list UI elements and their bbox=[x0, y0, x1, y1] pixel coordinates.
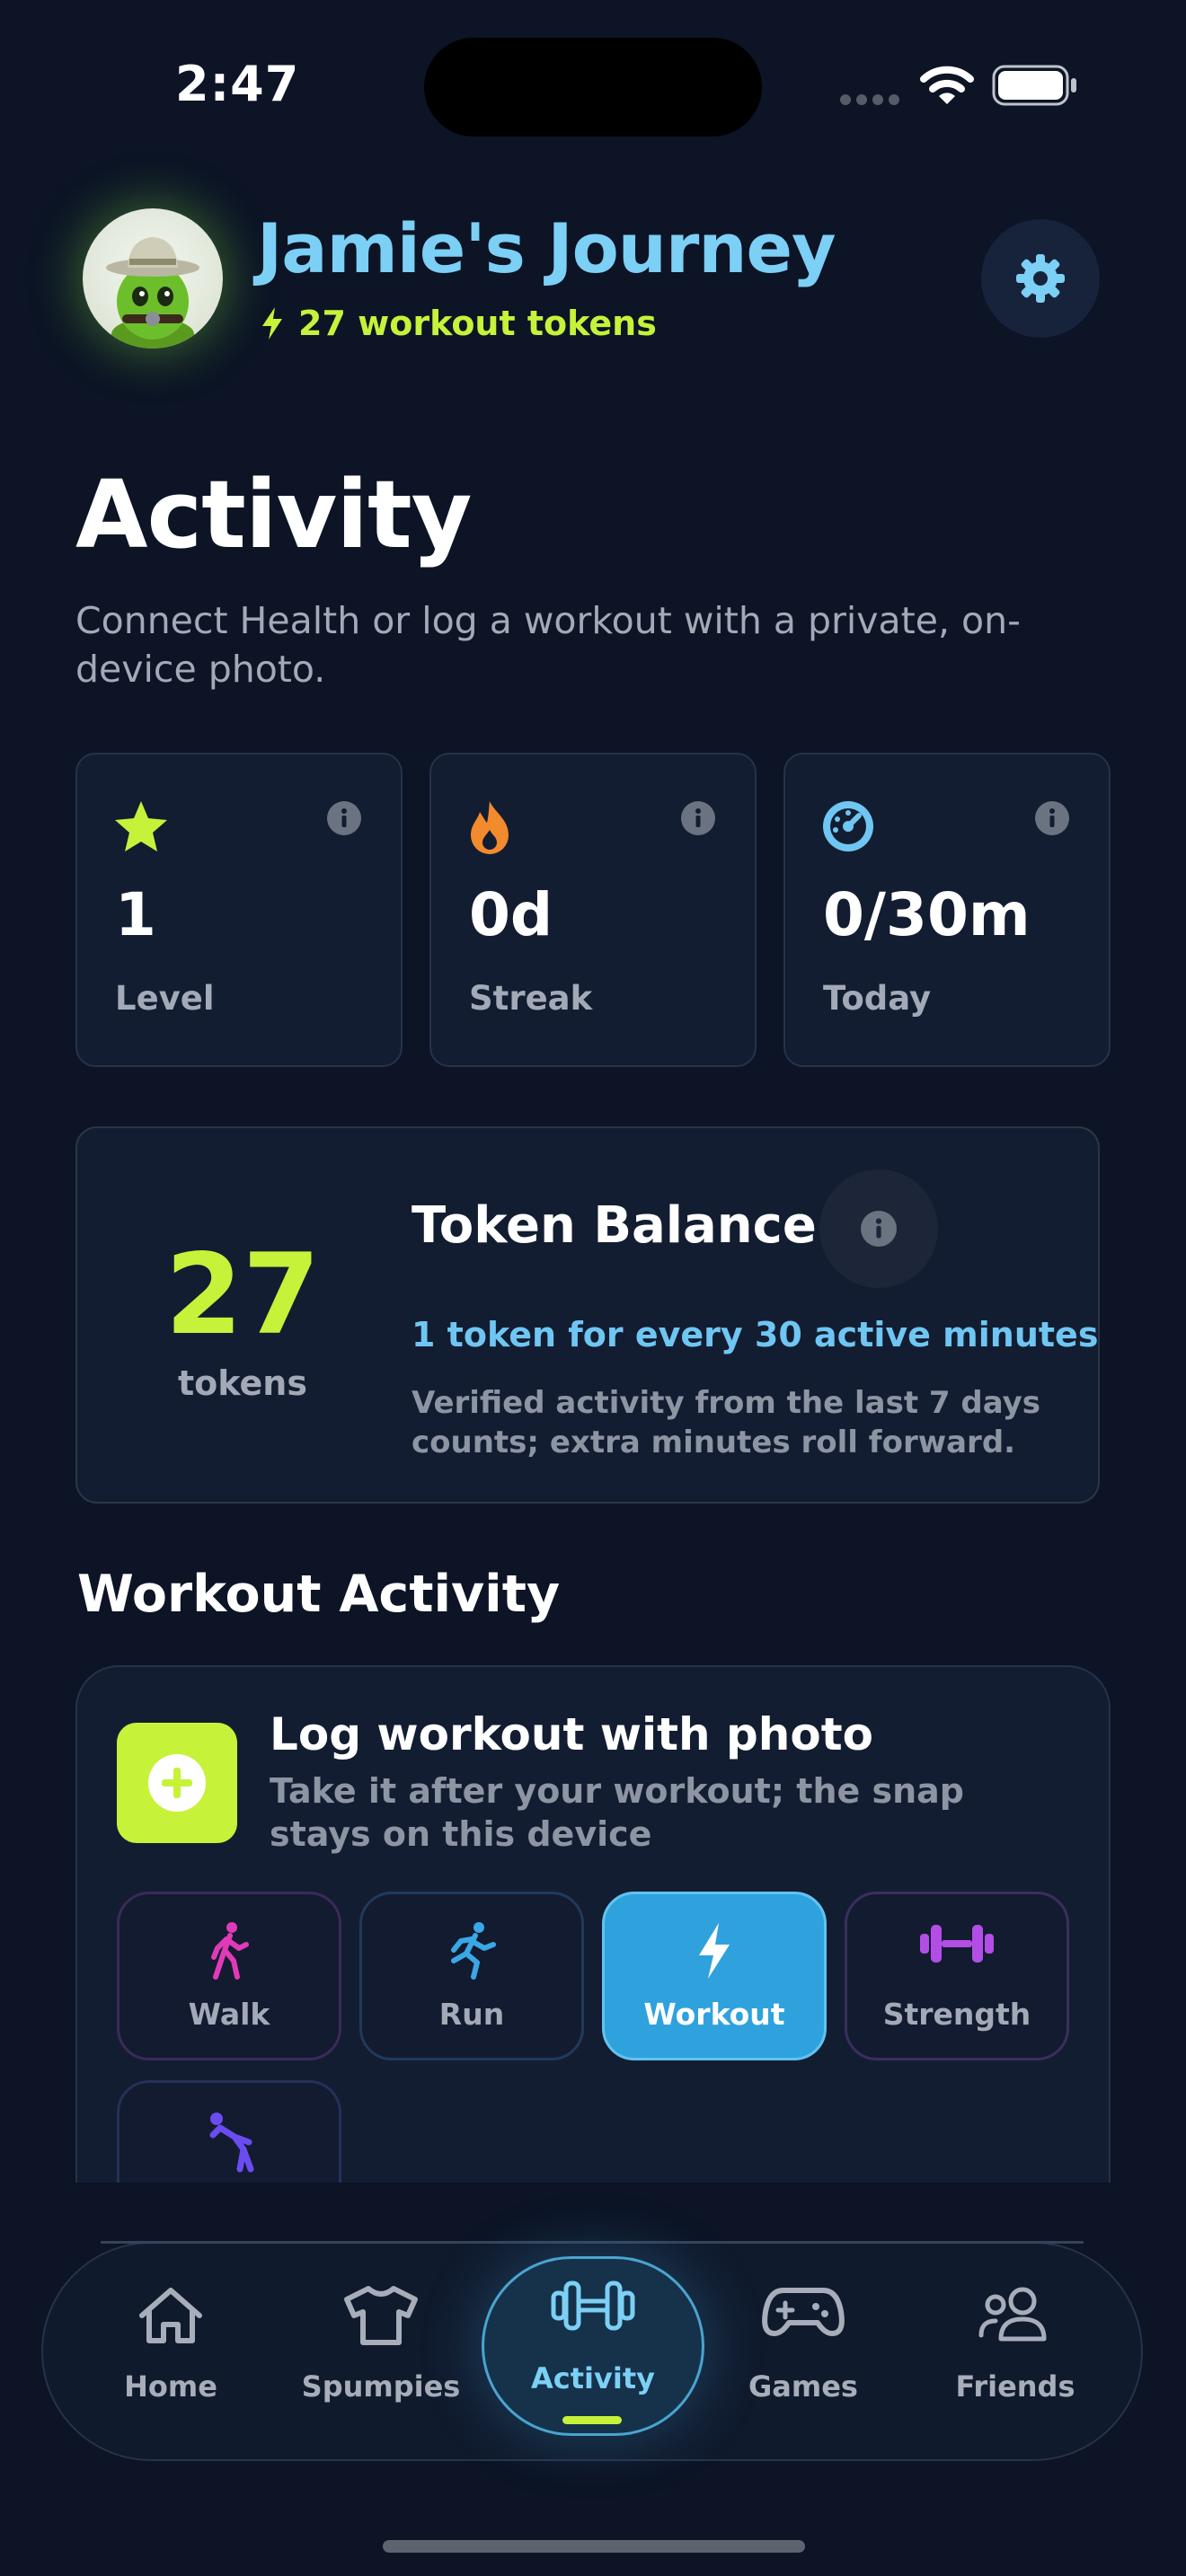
walking-person-icon bbox=[119, 1921, 339, 1981]
workout-activity-heading: Workout Activity bbox=[77, 1565, 561, 1624]
house-icon bbox=[81, 2285, 261, 2346]
tab-spumpies-label: Spumpies bbox=[301, 2369, 461, 2404]
level-value: 1 bbox=[115, 880, 156, 949]
plus-circle-icon bbox=[147, 1753, 207, 1813]
tab-games-label: Games bbox=[748, 2369, 858, 2404]
journey-title: Jamie's Journey bbox=[257, 208, 836, 288]
tab-spumpies[interactable]: Spumpies bbox=[291, 2263, 471, 2443]
wifi-icon bbox=[920, 65, 974, 106]
streak-value: 0d bbox=[469, 880, 553, 949]
streak-card[interactable]: 0d Streak bbox=[429, 753, 757, 1067]
today-label: Today bbox=[823, 979, 932, 1018]
cellular-signal-icon bbox=[839, 93, 902, 106]
tshirt-icon bbox=[291, 2285, 471, 2346]
avatar[interactable] bbox=[83, 208, 223, 348]
settings-button[interactable] bbox=[981, 219, 1100, 338]
level-card[interactable]: 1 Level bbox=[75, 753, 403, 1067]
info-icon[interactable] bbox=[327, 801, 361, 835]
dynamic-island bbox=[424, 38, 762, 137]
tab-friends-label: Friends bbox=[955, 2369, 1075, 2404]
tab-activity-label: Activity bbox=[531, 2361, 655, 2395]
activity-walk-button[interactable]: Walk bbox=[117, 1892, 341, 2060]
gamepad-icon bbox=[713, 2285, 893, 2339]
token-count: 27 bbox=[164, 1231, 321, 1360]
info-icon bbox=[861, 1211, 897, 1247]
workout-tokens-summary: 27 workout tokens bbox=[259, 304, 657, 343]
workout-tokens-label: 27 workout tokens bbox=[298, 304, 657, 343]
token-unit: tokens bbox=[178, 1363, 307, 1403]
log-workout-title: Log workout with photo bbox=[270, 1708, 873, 1760]
token-info-button[interactable] bbox=[819, 1169, 938, 1288]
people-icon bbox=[925, 2285, 1105, 2342]
tab-friends[interactable]: Friends bbox=[925, 2263, 1105, 2443]
log-workout-description: Take it after your workout; the snap sta… bbox=[270, 1771, 965, 1854]
star-icon bbox=[113, 799, 169, 853]
log-workout-button[interactable] bbox=[117, 1723, 237, 1843]
today-value: 0/30m bbox=[823, 880, 1031, 949]
level-label: Level bbox=[115, 979, 215, 1018]
tab-home[interactable]: Home bbox=[81, 2263, 261, 2443]
activity-run-label: Run bbox=[438, 1997, 505, 2032]
running-person-icon bbox=[362, 1921, 581, 1981]
page-title: Activity bbox=[75, 460, 472, 569]
active-tab-indicator bbox=[562, 2416, 622, 2424]
activity-strength-label: Strength bbox=[882, 1997, 1031, 2032]
gear-icon bbox=[1013, 251, 1067, 305]
activity-workout-label: Workout bbox=[643, 1997, 785, 2032]
activity-walk-label: Walk bbox=[188, 1997, 270, 2032]
dumbbell-icon bbox=[847, 1921, 1067, 1966]
tab-activity[interactable]: Activity bbox=[482, 2256, 704, 2436]
tab-bar-divider bbox=[101, 2241, 1084, 2244]
streak-label: Streak bbox=[469, 979, 593, 1018]
activity-strength-button[interactable]: Strength bbox=[845, 1892, 1069, 2060]
lightning-bolt-icon bbox=[605, 1921, 824, 1981]
page-subtitle: Connect Health or log a workout with a p… bbox=[75, 599, 1021, 691]
stretching-person-icon bbox=[119, 2110, 339, 2173]
activity-workout-button[interactable]: Workout bbox=[602, 1892, 827, 2060]
status-time: 2:47 bbox=[175, 56, 300, 112]
token-rate: 1 token for every 30 active minutes bbox=[412, 1315, 1099, 1354]
home-indicator[interactable] bbox=[383, 2540, 805, 2553]
flame-icon bbox=[467, 799, 512, 855]
info-icon[interactable] bbox=[681, 801, 715, 835]
activity-run-button[interactable]: Run bbox=[359, 1892, 584, 2060]
token-description: Verified activity from the last 7 days c… bbox=[412, 1385, 1041, 1460]
gauge-icon bbox=[821, 799, 875, 853]
today-card[interactable]: 0/30m Today bbox=[783, 753, 1111, 1067]
lightning-bolt-icon bbox=[259, 305, 286, 341]
info-icon[interactable] bbox=[1035, 801, 1069, 835]
dumbbell-icon bbox=[484, 2279, 702, 2333]
battery-icon bbox=[992, 65, 1078, 106]
token-balance-title: Token Balance bbox=[412, 1196, 817, 1255]
tab-home-label: Home bbox=[124, 2369, 217, 2404]
tab-games[interactable]: Games bbox=[713, 2263, 893, 2443]
